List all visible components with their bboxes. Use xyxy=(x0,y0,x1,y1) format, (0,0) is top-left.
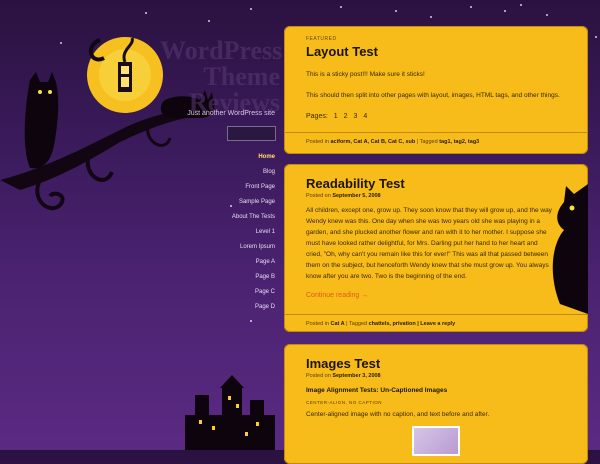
post-date: Posted on September 3, 2008 xyxy=(306,373,381,379)
post-paragraph: This is a sticky post!!! Make sure it st… xyxy=(306,71,425,78)
post-body: All children, except one, grow up. They … xyxy=(306,207,552,280)
nav-item-page-d[interactable]: Page D xyxy=(180,300,275,315)
caption-text: Center-aligned image with no caption, an… xyxy=(306,411,490,418)
site-tagline: Just another WordPress site xyxy=(187,110,275,117)
nav-item-front-page[interactable]: Front Page xyxy=(180,180,275,195)
page-link-1[interactable]: 1 xyxy=(334,113,338,120)
page-link-4[interactable]: 4 xyxy=(363,113,367,120)
post-paragraph: This should then split into other pages … xyxy=(306,92,560,99)
castle-silhouette xyxy=(185,375,275,450)
nav-item-page-c[interactable]: Page C xyxy=(180,285,275,300)
category-links[interactable]: aciform, Cat A, Cat B, Cat C, sub xyxy=(330,139,415,145)
category-links[interactable]: Cat A xyxy=(330,321,344,327)
nav-item-blog[interactable]: Blog xyxy=(180,165,275,180)
post-layout-test: FEATURED Layout Test This is a sticky po… xyxy=(284,26,588,154)
post-subheading: Image Alignment Tests: Un-Captioned Imag… xyxy=(306,387,448,394)
post-image-thumbnail[interactable] xyxy=(412,426,460,456)
featured-label: FEATURED xyxy=(306,36,337,42)
page-link-2[interactable]: 2 xyxy=(344,113,348,120)
post-date: Posted on September 5, 2008 xyxy=(306,193,381,199)
nav-item-page-b[interactable]: Page B xyxy=(180,270,275,285)
nav-item-home[interactable]: Home xyxy=(180,150,275,165)
post-meta: Posted in Cat A | Tagged chattels, priva… xyxy=(284,314,588,327)
nav-item-lorem-ipsum[interactable]: Lorem Ipsum xyxy=(180,240,275,255)
nav-item-page-a[interactable]: Page A xyxy=(180,255,275,270)
nav-item-about-the-tests[interactable]: About The Tests xyxy=(180,210,275,225)
post-readability-test: Readability Test Posted on September 5, … xyxy=(284,164,588,332)
main-navigation: Home Blog Front Page Sample Page About T… xyxy=(180,150,275,315)
post-images-test: Images Test Posted on September 3, 2008 … xyxy=(284,344,588,464)
cat-left-icon xyxy=(24,72,59,169)
site-title[interactable]: WordPress Theme Reviews xyxy=(160,38,282,116)
cat-peeking-icon xyxy=(552,184,588,314)
post-pagination: Pages: 1 2 3 4 xyxy=(306,113,566,120)
pages-label: Pages: xyxy=(306,113,328,120)
post-meta: Posted in aciform, Cat A, Cat B, Cat C, … xyxy=(284,132,588,145)
post-title[interactable]: Images Test xyxy=(306,356,566,371)
continue-reading-link[interactable]: Continue reading → xyxy=(306,292,552,299)
caption-label: CENTER-ALIGN, NO CAPTION xyxy=(306,400,383,405)
search-input[interactable] xyxy=(227,126,276,141)
leave-reply-link[interactable]: | Leave a reply xyxy=(417,321,455,327)
nav-item-sample-page[interactable]: Sample Page xyxy=(180,195,275,210)
tag-links[interactable]: tag1, tag2, tag3 xyxy=(439,139,479,145)
tag-links[interactable]: chattels, privation xyxy=(369,321,416,327)
post-title[interactable]: Readability Test xyxy=(306,176,552,191)
page-link-3[interactable]: 3 xyxy=(353,113,357,120)
post-title[interactable]: Layout Test xyxy=(306,44,566,59)
nav-item-level-1[interactable]: Level 1 xyxy=(180,225,275,240)
